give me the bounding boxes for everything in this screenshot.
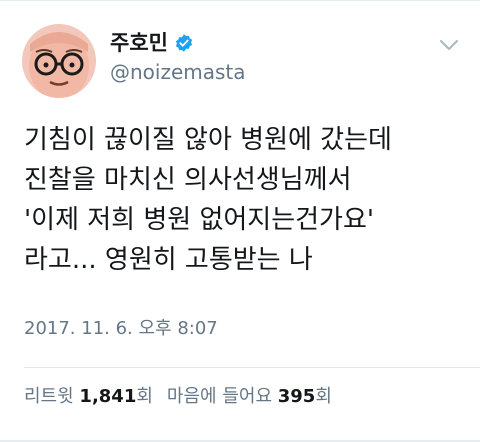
cartoon-face-avatar-icon [22,24,96,98]
tweet-timestamp[interactable]: 2017. 11. 6. 오후 8:07 [24,318,218,340]
verified-badge-icon [175,34,193,52]
like-count: 395 [277,386,316,407]
like-label: 마음에 들어요 [166,386,273,407]
display-name[interactable]: 주호민 [110,30,168,56]
retweet-count: 1,841 [79,386,137,407]
like-suffix: 회 [315,386,332,407]
tweet-text: 기침이 끊이질 않아 병원에 갔는데 진찰을 마치신 의사선생님께서 '이제 저… [24,120,464,280]
top-divider [0,0,480,1]
retweet-stat[interactable]: 리트윗 1,841회 [24,386,153,407]
author-name-row[interactable]: 주호민 [110,30,194,56]
retweet-label: 리트윗 [24,386,74,407]
chevron-down-icon[interactable] [438,38,460,52]
author-handle[interactable]: @noizemasta [110,60,246,84]
retweet-suffix: 회 [136,386,153,407]
tweet-line: 라고... 영원히 고통받는 나 [24,245,313,275]
stats-divider [24,367,480,368]
tweet-line: '이제 저희 병원 없어지는건가요' [24,205,375,235]
tweet-line: 기침이 끊이질 않아 병원에 갔는데 [24,125,392,155]
tweet-stats: 리트윗 1,841회 마음에 들어요 395회 [24,385,332,409]
avatar[interactable] [22,24,96,98]
like-stat[interactable]: 마음에 들어요 395회 [167,386,332,407]
tweet-line: 진찰을 마치신 의사선생님께서 [24,165,352,195]
